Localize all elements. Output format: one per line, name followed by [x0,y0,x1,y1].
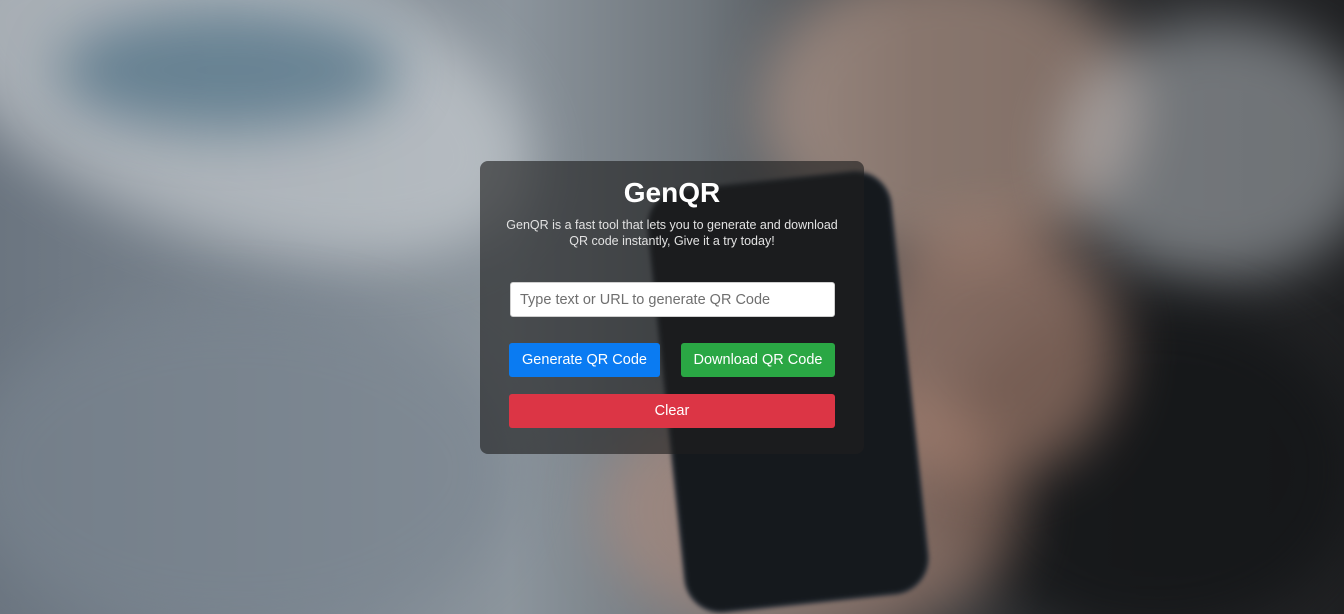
qr-generator-card: GenQR GenQR is a fast tool that lets you… [480,161,864,454]
background-blur-shape [60,10,400,130]
background-blur-shape [0,300,520,614]
download-qr-button[interactable]: Download QR Code [681,343,835,377]
app-description: GenQR is a fast tool that lets you to ge… [506,218,838,248]
generate-qr-button[interactable]: Generate QR Code [509,343,660,377]
qr-text-input[interactable] [510,282,835,317]
clear-button[interactable]: Clear [509,394,835,428]
app-title: GenQR [623,177,721,208]
